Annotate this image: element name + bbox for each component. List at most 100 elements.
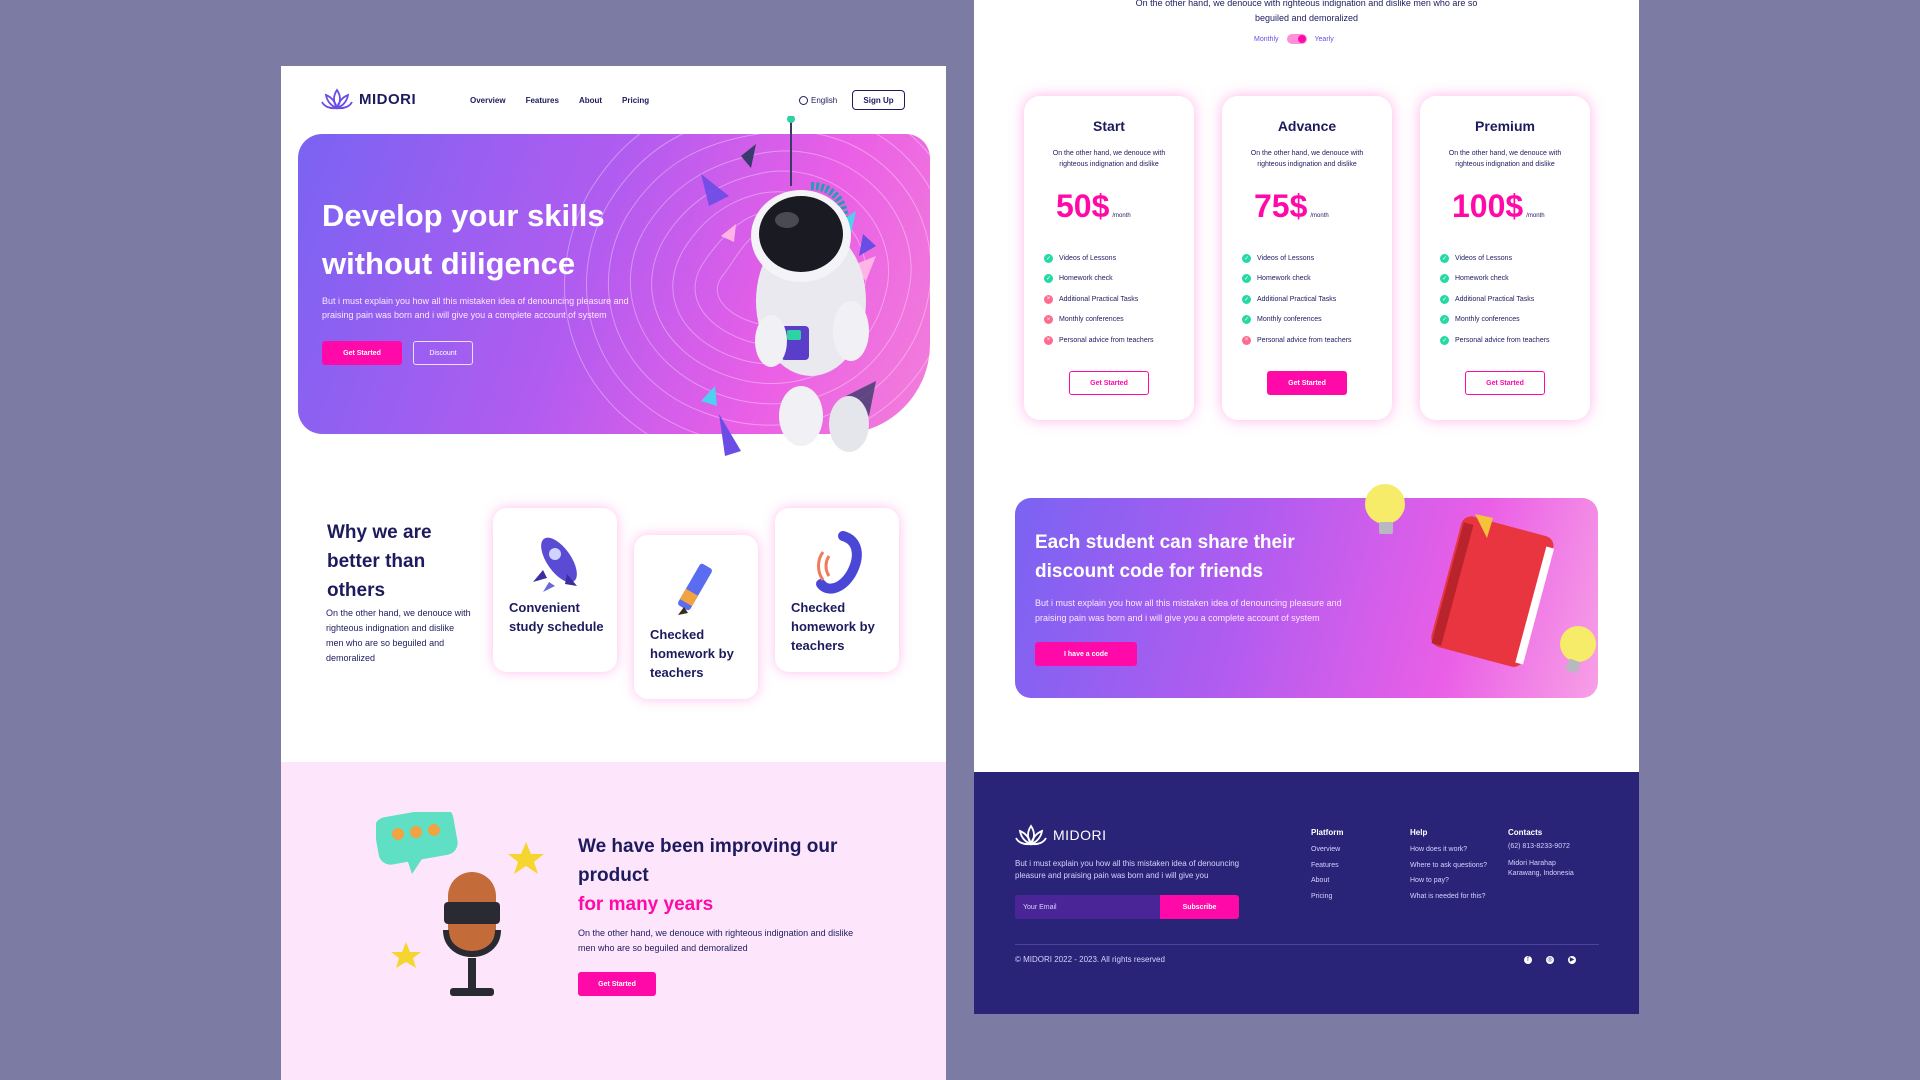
plan-feature-list: ✓ Videos of Lessons ✓ Homework check ✓ Additi… [1440,248,1550,351]
plan-description: On the other hand, we denouce with right… [1052,150,1166,168]
plan-feature-text: Personal advice from teachers [1257,336,1352,344]
plan-feature-item: ✓ Homework check [1044,269,1154,290]
improve-get-started-button[interactable]: Get Started [578,972,656,996]
discount-description: But i must explain you how all this mist… [1035,598,1342,623]
hero-get-started-button[interactable]: Get Started [322,341,402,365]
subscribe-button[interactable]: Subscribe [1160,895,1239,919]
nav-link-overview[interactable]: Overview [470,96,506,105]
plan-name: Premium [1475,118,1535,134]
improve-title-highlight: for many years [578,894,714,915]
plan-feature-text: Videos of Lessons [1257,254,1315,262]
improve-description: On the other hand, we denouce with right… [578,928,854,953]
why-section-title: Why we are better than others [327,522,432,601]
footer-link[interactable]: Pricing [1311,889,1343,905]
plan-feature-item: × Personal advice from teachers [1044,330,1154,351]
pencil-icon [678,563,712,615]
contact-phone[interactable]: (62) 813-8233-9072 [1508,842,1574,852]
discount-title: Each student can share their discount co… [1035,532,1295,582]
plan-feature-item: ✓ Additional Practical Tasks [1242,289,1352,310]
toggle-label-yearly[interactable]: Yearly [1315,36,1334,43]
discount-banner: Each student can share their discount co… [1015,484,1598,698]
language-selector[interactable]: English [799,96,837,105]
check-icon: ✓ [1242,315,1251,325]
footer-link[interactable]: Where to ask questions? [1410,858,1487,874]
footer-link[interactable]: What is needed for this? [1410,889,1487,905]
plan-feature-text: Additional Practical Tasks [1257,295,1337,303]
globe-icon [799,96,808,105]
feature-label: Checked homework by teachers [650,627,734,680]
youtube-icon[interactable]: ▶ [1568,956,1576,964]
footer-column-title: Contacts [1508,828,1543,837]
footer-column-platform: Platform Overview Features About Pricing [1311,828,1343,904]
footer-link[interactable]: Overview [1311,842,1343,858]
plan-feature-text: Monthly conferences [1059,316,1124,324]
cross-icon: × [1044,335,1053,345]
microphone-illustration [376,812,544,996]
feature-card-schedule[interactable]: Convenient study schedule [493,508,617,672]
toggle-label-monthly[interactable]: Monthly [1254,36,1279,43]
plan-feature-text: Videos of Lessons [1455,254,1513,262]
plan-feature-item: ✓ Personal advice from teachers [1440,330,1550,351]
plan-period: /month [1526,213,1545,219]
language-label: English [811,96,838,105]
footer-logo[interactable]: MIDORI [1015,824,1107,846]
check-icon: ✓ [1242,253,1251,263]
rocket-icon [533,537,577,592]
footer-link[interactable]: How to pay? [1410,873,1487,889]
improve-section: We have been improving our product for m… [281,762,946,1080]
footer-link[interactable]: How does it work? [1410,842,1487,858]
brand-logo[interactable]: MIDORI [321,88,416,110]
plan-get-started-button[interactable]: Get Started [1267,371,1347,395]
plan-price: 100$ /month [1452,188,1545,225]
check-icon: ✓ [1044,253,1053,263]
check-icon: ✓ [1440,294,1449,304]
phone-icon [816,531,862,594]
improve-title: We have been improving our product for m… [578,832,858,919]
plan-description: On the other hand, we denouce with right… [1448,150,1562,168]
plan-period: /month [1310,213,1329,219]
improve-title-main: We have been improving our product [578,836,838,886]
sign-up-button[interactable]: Sign Up [852,90,905,110]
plan-name: Advance [1277,118,1337,134]
contact-address-line1: Midori Harahap [1508,860,1556,867]
instagram-icon[interactable]: ◎ [1546,956,1554,964]
plan-feature-item: × Personal advice from teachers [1242,330,1352,351]
footer-email-input[interactable]: Your Email [1015,895,1160,919]
nav-link-features[interactable]: Features [526,96,559,105]
check-icon: ✓ [1440,274,1449,284]
facebook-icon[interactable]: f [1524,956,1532,964]
astronaut-illustration [701,116,876,456]
lotus-logo-icon [321,88,353,110]
nav-link-pricing[interactable]: Pricing [622,96,649,105]
plan-feature-item: ✓ Monthly conferences [1440,310,1550,331]
nav-link-about[interactable]: About [579,96,602,105]
plan-amount: 50$ [1056,188,1110,224]
plan-get-started-button[interactable]: Get Started [1465,371,1545,395]
check-icon: ✓ [1440,335,1449,345]
have-code-button[interactable]: I have a code [1035,642,1137,666]
why-section-description: On the other hand, we denouce with right… [326,608,471,663]
plan-price: 50$ /month [1056,188,1131,225]
plan-get-started-button[interactable]: Get Started [1069,371,1149,395]
landing-page-left: MIDORI Overview Features About Pricing E… [281,66,946,1080]
footer-column-contacts: Contacts (62) 813-8233-9072 Midori Harah… [1508,828,1574,879]
feature-card-teachers[interactable]: Checked homework by teachers [775,508,899,672]
hero-discount-button[interactable]: Discount [413,341,473,365]
footer-link[interactable]: Features [1311,858,1343,874]
plan-feature-text: Personal advice from teachers [1455,336,1550,344]
billing-toggle-switch[interactable] [1286,34,1307,44]
social-links: f ◎ ▶ [1524,956,1576,964]
check-icon: ✓ [1242,274,1251,284]
billing-toggle: Monthly Yearly [1254,34,1334,44]
plan-feature-text: Monthly conferences [1455,316,1520,324]
site-footer: MIDORI But i must explain you how all th… [974,772,1639,1014]
plan-price: 75$ /month [1254,188,1329,225]
feature-card-homework[interactable]: Checked homework by teachers [634,535,758,699]
pricing-card-start: Start On the other hand, we denouce with… [1024,96,1194,420]
plan-feature-item: ✓ Additional Practical Tasks [1440,289,1550,310]
plan-feature-text: Personal advice from teachers [1059,336,1154,344]
check-icon: ✓ [1440,253,1449,263]
footer-link[interactable]: About [1311,873,1343,889]
plan-feature-list: ✓ Videos of Lessons ✓ Homework check × Additi… [1044,248,1154,351]
plan-feature-item: ✓ Monthly conferences [1242,310,1352,331]
